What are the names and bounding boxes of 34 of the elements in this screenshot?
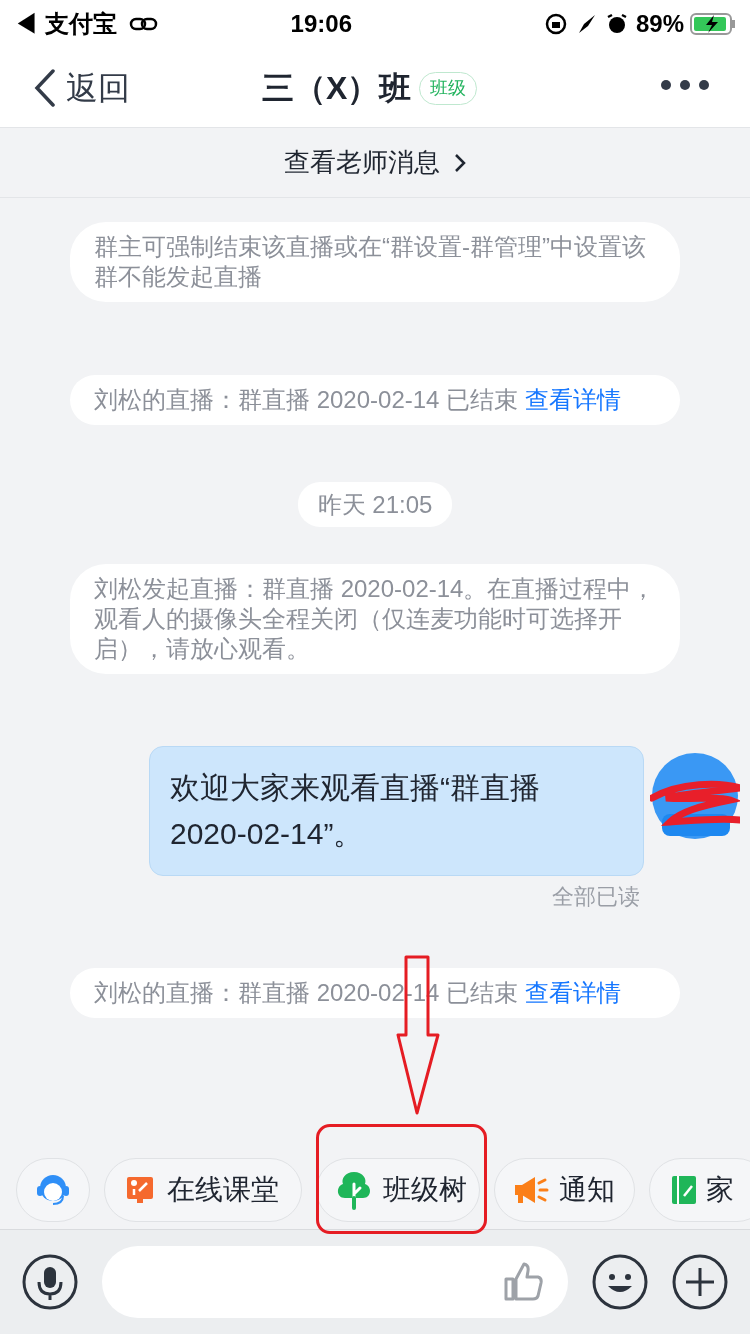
emoji-button[interactable] <box>592 1254 648 1310</box>
location-arrow-icon <box>577 14 596 34</box>
quick-action-chip[interactable]: 在线课堂 <box>104 1157 302 1222</box>
quick-action-chip[interactable]: 家 <box>649 1157 750 1222</box>
chat-title: 三（X）班 <box>262 69 412 108</box>
battery-icon <box>690 12 736 36</box>
rotation-lock-icon <box>543 12 568 36</box>
quick-action-chip[interactable]: 班级树 <box>316 1157 480 1222</box>
alarm-clock-icon <box>605 13 628 35</box>
view-details-link[interactable]: 查看详情 <box>524 386 621 413</box>
chevron-right-icon <box>454 152 466 173</box>
back-app-label[interactable]: ◀ 支付宝 <box>14 6 117 42</box>
system-notice: 刘松发起直播：群直播 2020-02-14。在直播过程中，观看人的摄像头全程关闭（仅连麦功能时可选择开启），请放心观看。 <box>70 564 680 674</box>
read-receipt: 全部已读 <box>552 883 640 911</box>
megaphone-icon <box>513 1174 549 1205</box>
timestamp: 昨天 21:05 <box>297 482 453 527</box>
thumbs-up-icon[interactable] <box>502 1261 544 1303</box>
tree-icon <box>335 1169 373 1210</box>
microphone-button[interactable] <box>22 1254 78 1310</box>
quick-action-chip[interactable]: 通知 <box>494 1157 635 1222</box>
link-icon <box>128 15 159 33</box>
teacher-messages-link[interactable]: 查看老师消息 <box>0 128 750 198</box>
message-bubble: 欢迎大家来观看直播“群直播 2020-02-14”。 <box>149 746 644 876</box>
system-notice: 刘松的直播：群直播 2020-02-14 已结束 查看详情 <box>70 375 680 425</box>
plus-button[interactable] <box>672 1254 728 1310</box>
screen-icon <box>125 1174 155 1205</box>
more-icon[interactable] <box>660 78 710 92</box>
chevron-left-icon <box>34 68 56 107</box>
battery-percent: 89% <box>635 9 684 39</box>
status-time: 19:06 <box>289 9 353 39</box>
view-details-link[interactable]: 查看详情 <box>524 979 621 1006</box>
system-notice: 群主可强制结束该直播或在“群设置-群管理”中设置该群不能发起直播 <box>70 222 680 302</box>
notebook-icon <box>670 1173 698 1206</box>
back-button[interactable]: 返回 <box>34 63 130 112</box>
